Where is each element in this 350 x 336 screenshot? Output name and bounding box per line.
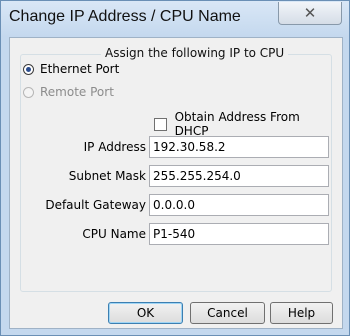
ok-button[interactable]: OK (108, 302, 183, 324)
dialog-body: Assign the following IP to CPU Ethernet … (9, 37, 343, 329)
cpu-name-label: CPU Name (82, 227, 146, 241)
ip-address-field[interactable]: 192.30.58.2 (149, 136, 329, 158)
ip-address-label: IP Address (83, 140, 146, 154)
dialog-title: Change IP Address / CPU Name (9, 8, 241, 25)
cancel-button[interactable]: Cancel (190, 302, 265, 324)
subnet-mask-label: Subnet Mask (68, 169, 146, 183)
default-gateway-label: Default Gateway (45, 198, 146, 212)
cpu-name-field[interactable]: P1-540 (149, 223, 329, 245)
dhcp-checkbox-row[interactable]: Obtain Address From DHCP (154, 110, 331, 138)
radio-ethernet-port[interactable]: Ethernet Port (23, 62, 119, 76)
help-button[interactable]: Help (270, 302, 333, 324)
radio-remote-port: Remote Port (23, 85, 114, 99)
default-gateway-field[interactable]: 0.0.0.0 (149, 194, 329, 216)
close-icon: ✕ (303, 4, 317, 22)
radio-remote-label: Remote Port (40, 85, 114, 99)
dialog-window: Change IP Address / CPU Name ✕ Assign th… (0, 0, 350, 336)
subnet-mask-field[interactable]: 255.255.254.0 (149, 165, 329, 187)
dhcp-checkbox[interactable] (154, 117, 167, 131)
title-bar: Change IP Address / CPU Name ✕ (1, 1, 349, 37)
group-title: Assign the following IP to CPU (101, 46, 289, 60)
assign-ip-group: Assign the following IP to CPU Ethernet … (20, 46, 332, 292)
close-button[interactable]: ✕ (278, 2, 342, 25)
radio-ethernet-indicator[interactable] (23, 63, 34, 75)
radio-remote-indicator (23, 86, 34, 98)
dhcp-label: Obtain Address From DHCP (174, 110, 300, 138)
radio-ethernet-label: Ethernet Port (40, 62, 120, 76)
